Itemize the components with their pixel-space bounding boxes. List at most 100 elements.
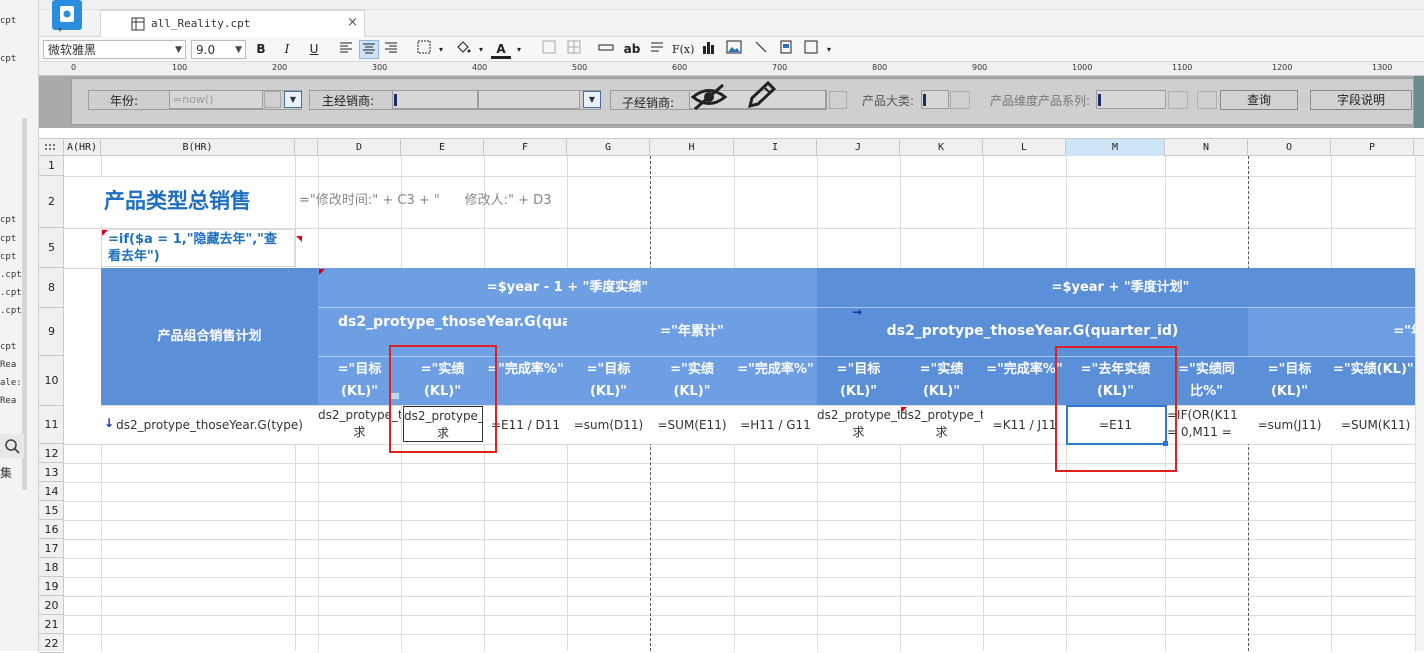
formula-button[interactable]: F(x) [672,40,694,59]
tab-all-reality[interactable]: all_Reality.cpt × [100,10,365,37]
header-rate-l[interactable]: ="完成率%" [983,356,1066,405]
column-header-k[interactable]: K [900,139,983,156]
font-family-select[interactable]: 微软雅黑 ▼ [43,40,186,59]
row-header-10[interactable]: 10 [39,356,64,406]
bold-button[interactable]: B [251,40,271,59]
file-list-item[interactable]: cpt [0,16,22,26]
subreport-icon[interactable] [776,40,796,59]
app-logo-icon[interactable] [52,0,82,30]
row-header-16[interactable]: 16 [39,520,64,539]
column-header-m[interactable]: M [1066,139,1165,156]
plan-ytd-actual-cell-p[interactable]: =SUM(K11) [1331,406,1424,444]
row-header-19[interactable]: 19 [39,577,64,596]
column-header-b[interactable]: B(HR) [101,139,295,156]
row-header-15[interactable]: 15 [39,501,64,520]
dropdown-arrow-icon[interactable]: ▼ [583,91,601,108]
align-right-icon[interactable] [381,40,401,59]
this-year-plan-header[interactable]: =$year + "季度计划" [817,268,1424,307]
header-yoy-n[interactable]: ="实绩同比%" [1165,356,1248,405]
column-header-i[interactable]: I [734,139,817,156]
query-button[interactable]: 查询 [1220,90,1298,110]
split-cells-icon[interactable] [564,40,584,59]
header-target-o[interactable]: ="目标(KL)" [1248,356,1331,405]
search-icon[interactable] [0,434,24,458]
text-field-icon[interactable] [596,40,616,59]
plan-actual-cell-k[interactable]: ds2_protype_thoseYear.求 [900,406,983,444]
text-button[interactable]: ab [622,40,642,59]
chevron-down-icon[interactable]: ▾ [431,40,451,59]
toggle-last-year-cell[interactable]: =if($a = 1,"隐藏去年","查看去年") [101,229,295,267]
vertical-scrollbar[interactable] [1415,156,1424,651]
plan-ytd-target-cell-o[interactable]: =sum(J11) [1248,406,1331,444]
file-list-item[interactable]: .cpt [0,288,22,298]
series-picker-icon[interactable] [1168,91,1188,109]
file-list-item[interactable]: cpt [0,342,22,352]
column-header-e[interactable]: E [401,139,484,156]
row-header-18[interactable]: 18 [39,558,64,577]
column-header-j[interactable]: J [817,139,900,156]
column-header-g[interactable]: G [567,139,650,156]
align-left-icon[interactable] [336,40,356,59]
column-header-n[interactable]: N [1165,139,1248,156]
header-target-j[interactable]: ="目标(KL)" [817,356,900,405]
report-title-cell[interactable]: 产品类型总销售 [101,178,295,226]
select-all-corner[interactable] [39,139,64,156]
row-header-5[interactable]: 5 [39,228,64,268]
chevron-down-icon[interactable]: ▾ [509,40,529,59]
file-list-item[interactable]: cpt [0,234,22,244]
column-header-p[interactable]: P [1331,139,1414,156]
product-plan-header[interactable]: 产品组合销售计划 [101,268,318,405]
row-header-21[interactable]: 21 [39,615,64,634]
year-field[interactable]: =now() [169,90,263,109]
ytd-actual-cell-h[interactable]: =SUM(E11) [650,406,734,444]
header-actual-k[interactable]: ="实绩(KL)" [900,356,983,405]
category-picker-icon[interactable] [950,91,970,109]
ytd-header[interactable]: ="年累计" [567,307,817,356]
type-group-cell[interactable]: ds2_protype_thoseYear.G(type) [101,406,318,444]
frame-icon[interactable] [801,40,821,59]
close-icon[interactable]: × [347,15,358,30]
header-actual-p[interactable]: ="实绩(KL)" [1331,356,1424,405]
pencil-icon[interactable] [744,80,777,113]
file-list-item[interactable]: cpt [0,215,22,225]
file-list-item[interactable]: .cpt [0,270,22,280]
row-header-20[interactable]: 20 [39,596,64,615]
row-header-14[interactable]: 14 [39,482,64,501]
row-header-17[interactable]: 17 [39,539,64,558]
dropdown-arrow-icon[interactable]: ▼ [284,91,302,108]
series-tree-icon[interactable] [1197,91,1217,109]
file-list-item[interactable]: cpt [0,252,22,262]
tree-select-icon[interactable] [829,91,847,109]
column-header-h[interactable]: H [650,139,734,156]
file-list-item[interactable]: cpt [0,54,22,64]
slash-icon[interactable] [751,40,771,59]
plan-target-cell-j[interactable]: ds2_protype_thoseYear.求 [817,406,900,444]
series-field[interactable] [1096,90,1166,109]
chart-icon[interactable] [699,40,719,59]
quarter-group-plan[interactable]: ds2_protype_thoseYear.G(quarter_id) [817,307,1248,356]
column-header-l[interactable]: L [983,139,1066,156]
dealer-field-ext[interactable] [478,90,580,109]
chevron-down-icon[interactable]: ▾ [819,40,839,59]
file-list-item[interactable]: ale: [0,378,22,388]
field-description-button[interactable]: 字段说明 [1310,90,1412,110]
column-header-c[interactable] [295,139,318,156]
ytd-header-right[interactable]: ="年 [1248,307,1424,356]
row-header-9[interactable]: 9 [39,308,64,356]
calendar-icon[interactable] [264,91,281,108]
last-year-quarter-header[interactable]: =$year - 1 + "季度实绩" [318,268,817,307]
row-header-22[interactable]: 22 [39,634,64,653]
chevron-down-icon[interactable]: ▾ [58,25,62,34]
paragraph-icon[interactable] [647,40,667,59]
plan-rate-cell-l[interactable]: =K11 / J11 [983,406,1066,444]
column-header-o[interactable]: O [1248,139,1331,156]
eye-off-icon[interactable] [689,82,729,115]
modified-info-cell[interactable]: ="修改时间:" + C3 + " 修改人:" + D3 [297,178,650,226]
file-list-item[interactable]: .cpt [0,306,22,316]
row-header-8[interactable]: 8 [39,268,64,308]
header-actual-h[interactable]: ="实绩(KL)" [650,356,734,405]
underline-button[interactable]: U [304,40,324,59]
column-header-a[interactable]: A(HR) [64,139,101,156]
fill-color-icon[interactable] [453,40,473,59]
ytd-target-cell-g[interactable]: =sum(D11) [567,406,650,444]
